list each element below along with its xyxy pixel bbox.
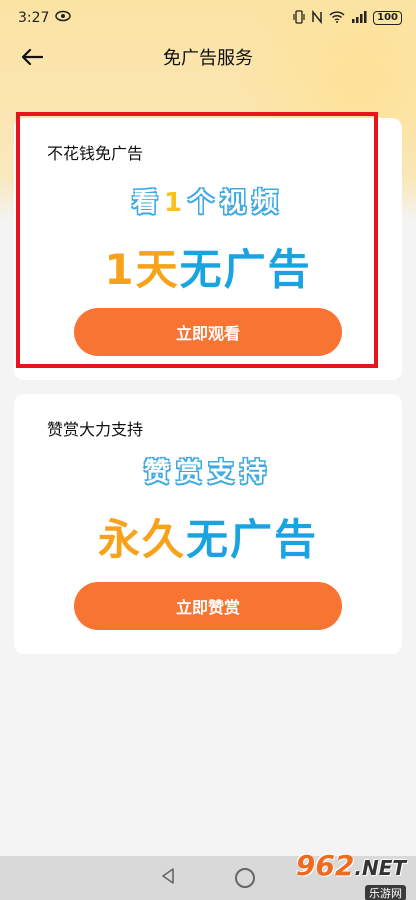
headline-bottom-text: 无广告	[186, 515, 319, 564]
status-bar: 3:27 100	[0, 0, 416, 36]
nav-back-triangle-icon[interactable]	[161, 867, 175, 889]
nav-home-circle-icon[interactable]	[235, 868, 255, 888]
headline-bottom-highlight: 1天	[104, 245, 180, 294]
signal-n-icon	[311, 9, 323, 27]
back-button[interactable]	[16, 42, 48, 74]
promo-headline-bottom: 永久无广告	[14, 506, 402, 567]
top-app-bar: 免广告服务	[0, 36, 416, 78]
card-title: 赞赏大力支持	[47, 420, 144, 439]
watermark-subtitle: 乐游网	[365, 885, 406, 900]
card-title: 不花钱免广告	[47, 144, 144, 163]
watermark-logo-number: 962	[295, 849, 355, 882]
status-right: 100	[293, 9, 402, 27]
headline-bottom-text: 无广告	[179, 245, 312, 294]
battery-indicator: 100	[373, 11, 402, 25]
promo-headline-top: 赞赏支持	[143, 458, 272, 488]
vibrate-icon	[293, 9, 305, 27]
headline-top-prefix: 看	[131, 188, 164, 218]
watermark-logo-suffix: .NET	[354, 856, 406, 880]
watermark-logo: 962.NET	[296, 852, 406, 882]
eye-icon	[55, 10, 72, 26]
headline-bottom-highlight: 永久	[97, 515, 186, 564]
status-left: 3:27	[18, 10, 72, 26]
watch-video-card: 不花钱免广告 看1个视频 1天无广告 立即观看	[14, 118, 402, 380]
page-title: 免广告服务	[163, 48, 253, 69]
headline-top-number: 1	[163, 188, 189, 218]
site-watermark: 962.NET 乐游网	[296, 852, 406, 900]
status-time: 3:27	[18, 10, 50, 26]
promo-headline-top: 看1个视频	[14, 182, 402, 219]
wifi-icon	[329, 10, 345, 26]
promo-headline-bottom: 1天无广告	[14, 236, 402, 297]
headline-top-suffix: 个视频	[188, 188, 285, 218]
donate-now-button[interactable]: 立即赞赏	[74, 582, 342, 630]
arrow-left-icon	[21, 44, 44, 72]
watch-now-button[interactable]: 立即观看	[74, 308, 342, 356]
cellular-signal-icon	[351, 10, 367, 26]
donate-card: 赞赏大力支持 赞赏支持 永久无广告 立即赞赏	[14, 394, 402, 654]
